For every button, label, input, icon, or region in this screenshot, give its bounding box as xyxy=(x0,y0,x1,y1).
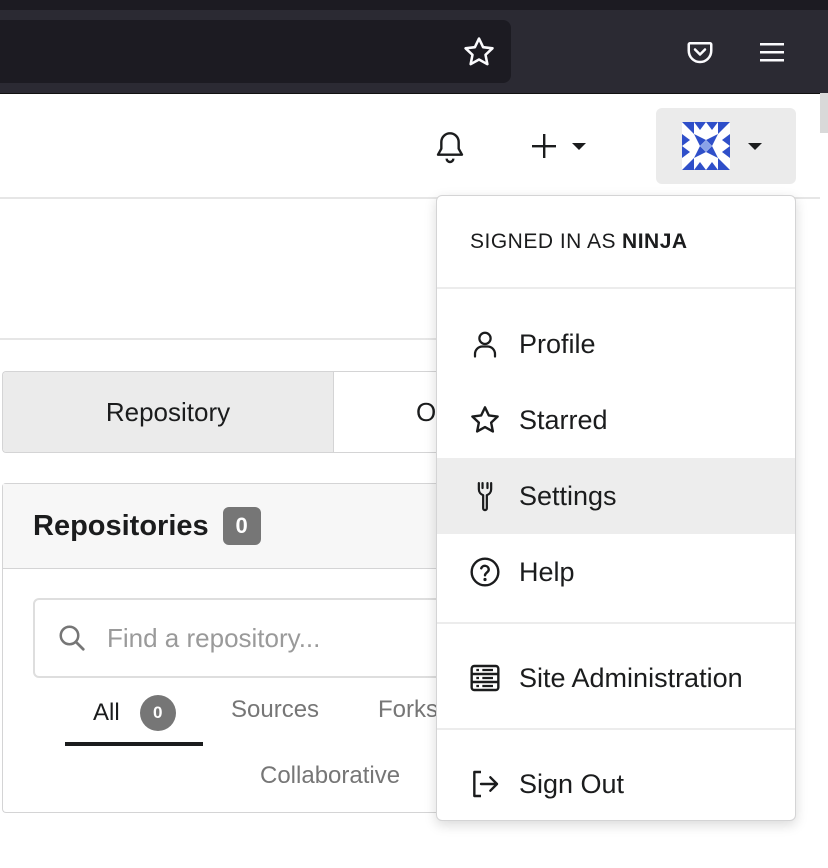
signed-in-header: SIGNED IN AS NINJA xyxy=(437,196,795,289)
person-icon xyxy=(469,328,501,360)
menu-item-label: Help xyxy=(519,556,575,587)
menu-item-label: Starred xyxy=(519,404,608,435)
chevron-down-icon xyxy=(572,142,586,150)
dashboard-tabs: Repository O xyxy=(2,371,442,453)
tab-repository[interactable]: Repository xyxy=(3,372,334,452)
wrench-icon xyxy=(469,480,501,512)
menu-item-label: Settings xyxy=(519,480,617,511)
filter-tab-sources[interactable]: Sources xyxy=(231,696,319,724)
tab-organization[interactable]: O xyxy=(334,372,442,452)
repository-search-input[interactable] xyxy=(107,622,427,654)
content-divider xyxy=(0,338,440,340)
pocket-icon[interactable] xyxy=(680,33,720,71)
menu-divider xyxy=(437,622,795,624)
browser-edge xyxy=(820,93,828,133)
repositories-count-badge: 0 xyxy=(222,507,261,545)
url-bar[interactable] xyxy=(0,20,511,83)
repository-filter-tabs: All 0 Sources Forks xyxy=(65,684,445,748)
browser-tab-strip xyxy=(0,0,828,10)
avatar xyxy=(682,122,730,170)
menu-item-settings[interactable]: Settings xyxy=(437,458,795,534)
menu-item-profile[interactable]: Profile xyxy=(437,306,795,382)
signed-in-prefix: SIGNED IN AS xyxy=(470,229,617,253)
menu-item-help[interactable]: Help xyxy=(437,534,795,610)
repository-search-box[interactable] xyxy=(33,598,453,678)
server-icon xyxy=(469,662,501,694)
user-dropdown-menu: SIGNED IN AS NINJA Profile Starred Setti… xyxy=(436,195,796,821)
browser-toolbar xyxy=(0,0,828,93)
bookmark-star-icon[interactable] xyxy=(460,33,498,71)
repositories-panel: Repositories 0 All 0 Sources Forks Colla… xyxy=(2,483,453,813)
filter-tab-all[interactable]: All 0 xyxy=(65,684,203,746)
notifications-bell-icon[interactable] xyxy=(428,128,472,168)
star-icon xyxy=(469,404,501,436)
filter-tab-all-count: 0 xyxy=(139,695,176,731)
filter-tab-forks[interactable]: Forks xyxy=(378,696,438,724)
user-menu-button[interactable] xyxy=(656,108,796,184)
signed-in-username: NINJA xyxy=(622,229,688,253)
filter-tab-collaborative[interactable]: Collaborative xyxy=(260,762,400,790)
menu-item-label: Sign Out xyxy=(519,768,625,799)
plus-icon xyxy=(532,134,556,158)
menu-item-starred[interactable]: Starred xyxy=(437,382,795,458)
menu-item-label: Site Administration xyxy=(519,662,743,693)
menu-item-sign-out[interactable]: Sign Out xyxy=(437,746,795,822)
chevron-down-icon xyxy=(748,142,762,150)
menu-item-site-administration[interactable]: Site Administration xyxy=(437,640,795,716)
sign-out-icon xyxy=(469,768,501,800)
menu-item-label: Profile xyxy=(519,328,596,359)
search-icon xyxy=(59,625,85,651)
filter-tab-all-label: All xyxy=(93,699,120,726)
menu-divider xyxy=(437,728,795,730)
hamburger-menu-icon[interactable] xyxy=(752,33,792,71)
repositories-title: Repositories xyxy=(33,509,209,542)
repositories-header: Repositories 0 xyxy=(3,484,442,569)
create-new-button[interactable] xyxy=(530,126,610,166)
question-circle-icon xyxy=(469,556,501,588)
